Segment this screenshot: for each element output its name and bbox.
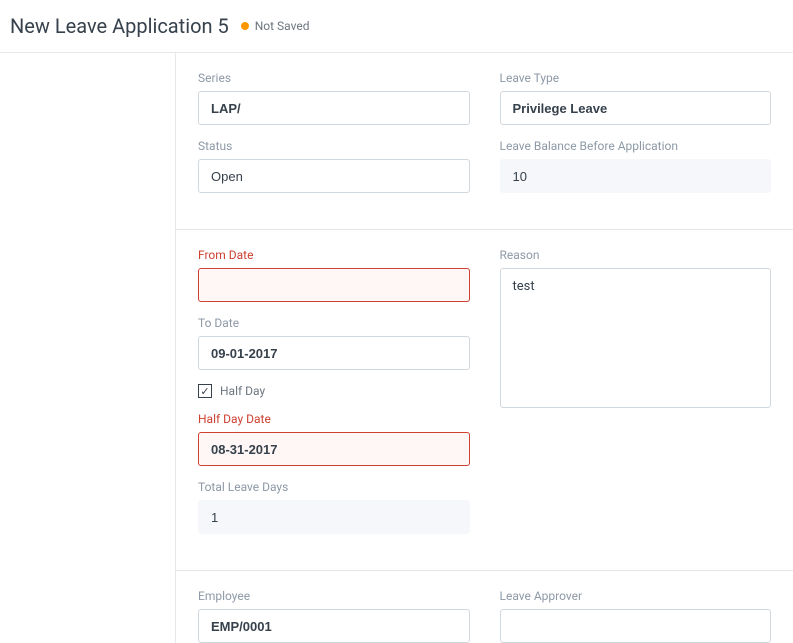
section-basic: Series Status Leave Type Leave Balance B… bbox=[176, 53, 793, 230]
half-day-date-input[interactable] bbox=[198, 432, 470, 466]
leave-balance-label: Leave Balance Before Application bbox=[500, 139, 772, 153]
employee-label: Employee bbox=[198, 589, 470, 603]
left-gutter bbox=[0, 53, 175, 643]
employee-input[interactable] bbox=[198, 609, 470, 643]
section-dates: From Date To Date ✓ Half Day Half Day Da… bbox=[176, 230, 793, 571]
half-day-label: Half Day bbox=[220, 384, 265, 398]
page-title: New Leave Application 5 bbox=[10, 14, 229, 38]
half-day-checkbox-row[interactable]: ✓ Half Day bbox=[198, 384, 470, 398]
half-day-checkbox[interactable]: ✓ bbox=[198, 384, 212, 398]
half-day-date-label: Half Day Date bbox=[198, 412, 470, 426]
from-date-input[interactable] bbox=[198, 268, 470, 302]
save-status: Not Saved bbox=[241, 19, 310, 33]
total-days-input bbox=[198, 500, 470, 534]
form-area: Series Status Leave Type Leave Balance B… bbox=[175, 53, 793, 643]
total-days-label: Total Leave Days bbox=[198, 480, 470, 494]
status-input[interactable] bbox=[198, 159, 470, 193]
leave-approver-input[interactable] bbox=[500, 609, 772, 643]
from-date-label: From Date bbox=[198, 248, 470, 262]
reason-textarea[interactable] bbox=[500, 268, 772, 408]
leave-type-input[interactable] bbox=[500, 91, 772, 125]
check-icon: ✓ bbox=[200, 386, 209, 397]
page-header: New Leave Application 5 Not Saved bbox=[0, 0, 793, 53]
content: Series Status Leave Type Leave Balance B… bbox=[0, 53, 793, 643]
leave-approver-label: Leave Approver bbox=[500, 589, 772, 603]
save-status-text: Not Saved bbox=[255, 19, 310, 33]
leave-balance-input bbox=[500, 159, 772, 193]
reason-label: Reason bbox=[500, 248, 772, 262]
status-label: Status bbox=[198, 139, 470, 153]
series-label: Series bbox=[198, 71, 470, 85]
section-employee: Employee Leave Approver bbox=[176, 571, 793, 643]
leave-type-label: Leave Type bbox=[500, 71, 772, 85]
status-dot-icon bbox=[241, 22, 249, 30]
to-date-label: To Date bbox=[198, 316, 470, 330]
series-input[interactable] bbox=[198, 91, 470, 125]
to-date-input[interactable] bbox=[198, 336, 470, 370]
